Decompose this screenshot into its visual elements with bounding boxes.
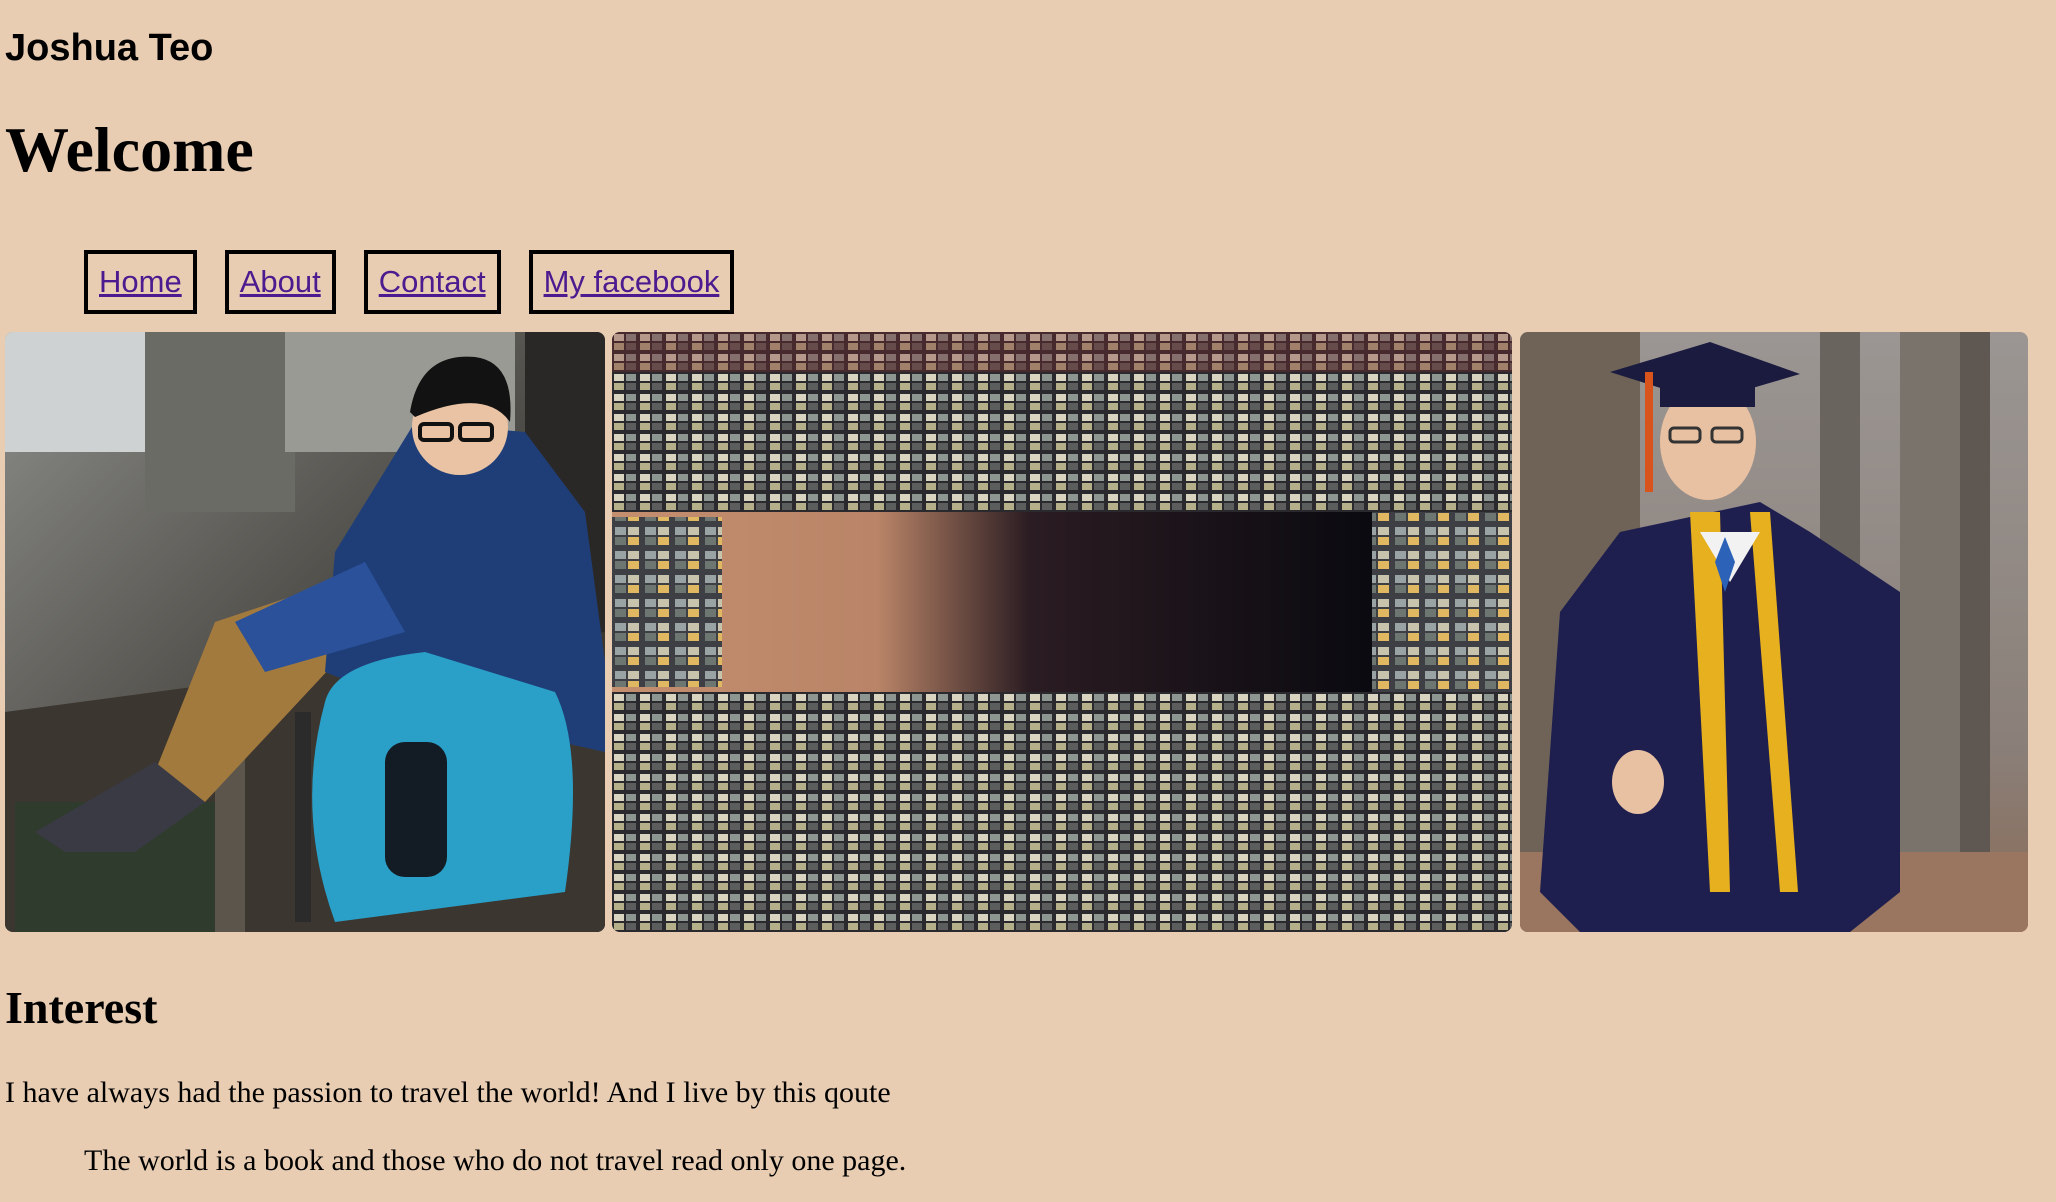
page-title: Welcome xyxy=(5,114,254,185)
nav-item-home: Home xyxy=(84,250,197,314)
traveler-photo xyxy=(5,332,605,932)
nav-item-facebook: My facebook xyxy=(528,250,735,314)
travel-quote: The world is a book and those who do not… xyxy=(84,1144,907,1177)
interest-heading: Interest xyxy=(5,982,158,1033)
interest-paragraph: I have always had the passion to travel … xyxy=(5,1076,891,1109)
city-buildings-photo xyxy=(612,332,1512,932)
nav-item-contact: Contact xyxy=(363,250,501,314)
home-link[interactable]: Home xyxy=(84,250,197,314)
about-link[interactable]: About xyxy=(224,250,336,314)
site-name: Joshua Teo xyxy=(5,27,214,69)
nav-menu: Home About Contact My facebook xyxy=(84,250,735,314)
nav-item-about: About xyxy=(224,250,336,314)
facebook-link[interactable]: My facebook xyxy=(528,250,735,314)
contact-link[interactable]: Contact xyxy=(363,250,501,314)
graduation-photo xyxy=(1520,332,2028,932)
